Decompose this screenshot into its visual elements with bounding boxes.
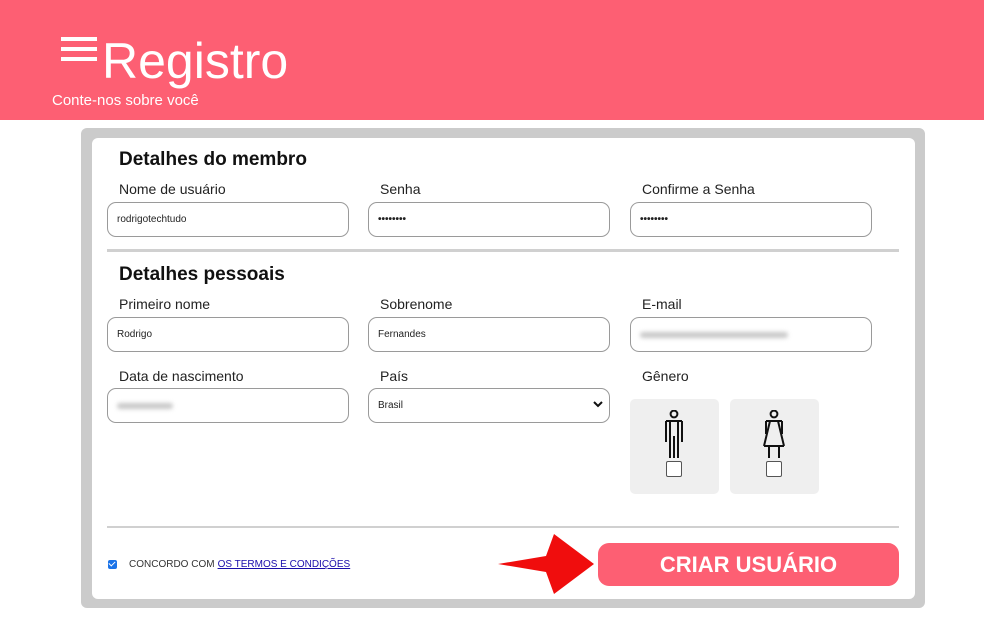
header-bar: Registro Conte-nos sobre você <box>0 0 984 120</box>
country-label: País <box>380 368 409 384</box>
email-input[interactable] <box>630 317 872 352</box>
member-section-title: Detalhes do membro <box>119 149 307 170</box>
gender-female-checkbox[interactable] <box>766 461 782 477</box>
create-user-button[interactable]: CRIAR USUÁRIO <box>598 543 899 586</box>
email-value-redacted <box>640 331 788 338</box>
last-name-label: Sobrenome <box>380 296 453 312</box>
password-label: Senha <box>380 181 421 197</box>
menu-icon[interactable] <box>61 37 97 63</box>
gender-option-female[interactable] <box>730 399 819 494</box>
email-label: E-mail <box>642 296 682 312</box>
last-name-input[interactable]: Fernandes <box>368 317 610 352</box>
confirm-password-value: •••••••• <box>640 214 669 225</box>
first-name-input[interactable]: Rodrigo <box>107 317 349 352</box>
chevron-down-icon <box>593 401 603 408</box>
last-name-value: Fernandes <box>378 329 426 340</box>
password-value: •••••••• <box>378 214 407 225</box>
gender-label: Gênero <box>642 368 689 384</box>
red-arrow-icon <box>498 534 594 594</box>
confirm-password-label: Confirme a Senha <box>642 181 755 197</box>
first-name-label: Primeiro nome <box>119 296 211 312</box>
terms-checkbox[interactable] <box>108 559 117 569</box>
terms-text: CONCORDO COM <box>129 558 215 570</box>
terms-agreement: CONCORDO COM OS TERMOS E CONDIÇÕES <box>108 557 350 571</box>
male-icon <box>665 410 683 458</box>
footer-divider <box>107 526 899 528</box>
first-name-value: Rodrigo <box>117 329 153 340</box>
username-label: Nome de usuário <box>119 181 226 197</box>
confirm-password-input[interactable]: •••••••• <box>630 202 872 237</box>
username-value: rodrigotechtudo <box>117 214 187 225</box>
country-value: Brasil <box>378 400 404 411</box>
gender-male-checkbox[interactable] <box>666 461 682 477</box>
page-subtitle: Conte-nos sobre você <box>52 92 199 109</box>
birth-date-value-redacted <box>117 402 173 409</box>
gender-option-male[interactable] <box>630 399 719 494</box>
section-divider <box>107 249 899 252</box>
page-title: Registro <box>102 33 289 89</box>
country-select[interactable]: Brasil <box>368 388 610 423</box>
birth-date-label: Data de nascimento <box>119 368 244 384</box>
birth-date-input[interactable] <box>107 388 349 423</box>
password-input[interactable]: •••••••• <box>368 202 610 237</box>
personal-section-title: Detalhes pessoais <box>119 264 285 285</box>
username-input[interactable]: rodrigotechtudo <box>107 202 349 237</box>
terms-link[interactable]: OS TERMOS E CONDIÇÕES <box>218 559 351 570</box>
female-icon <box>763 410 785 458</box>
